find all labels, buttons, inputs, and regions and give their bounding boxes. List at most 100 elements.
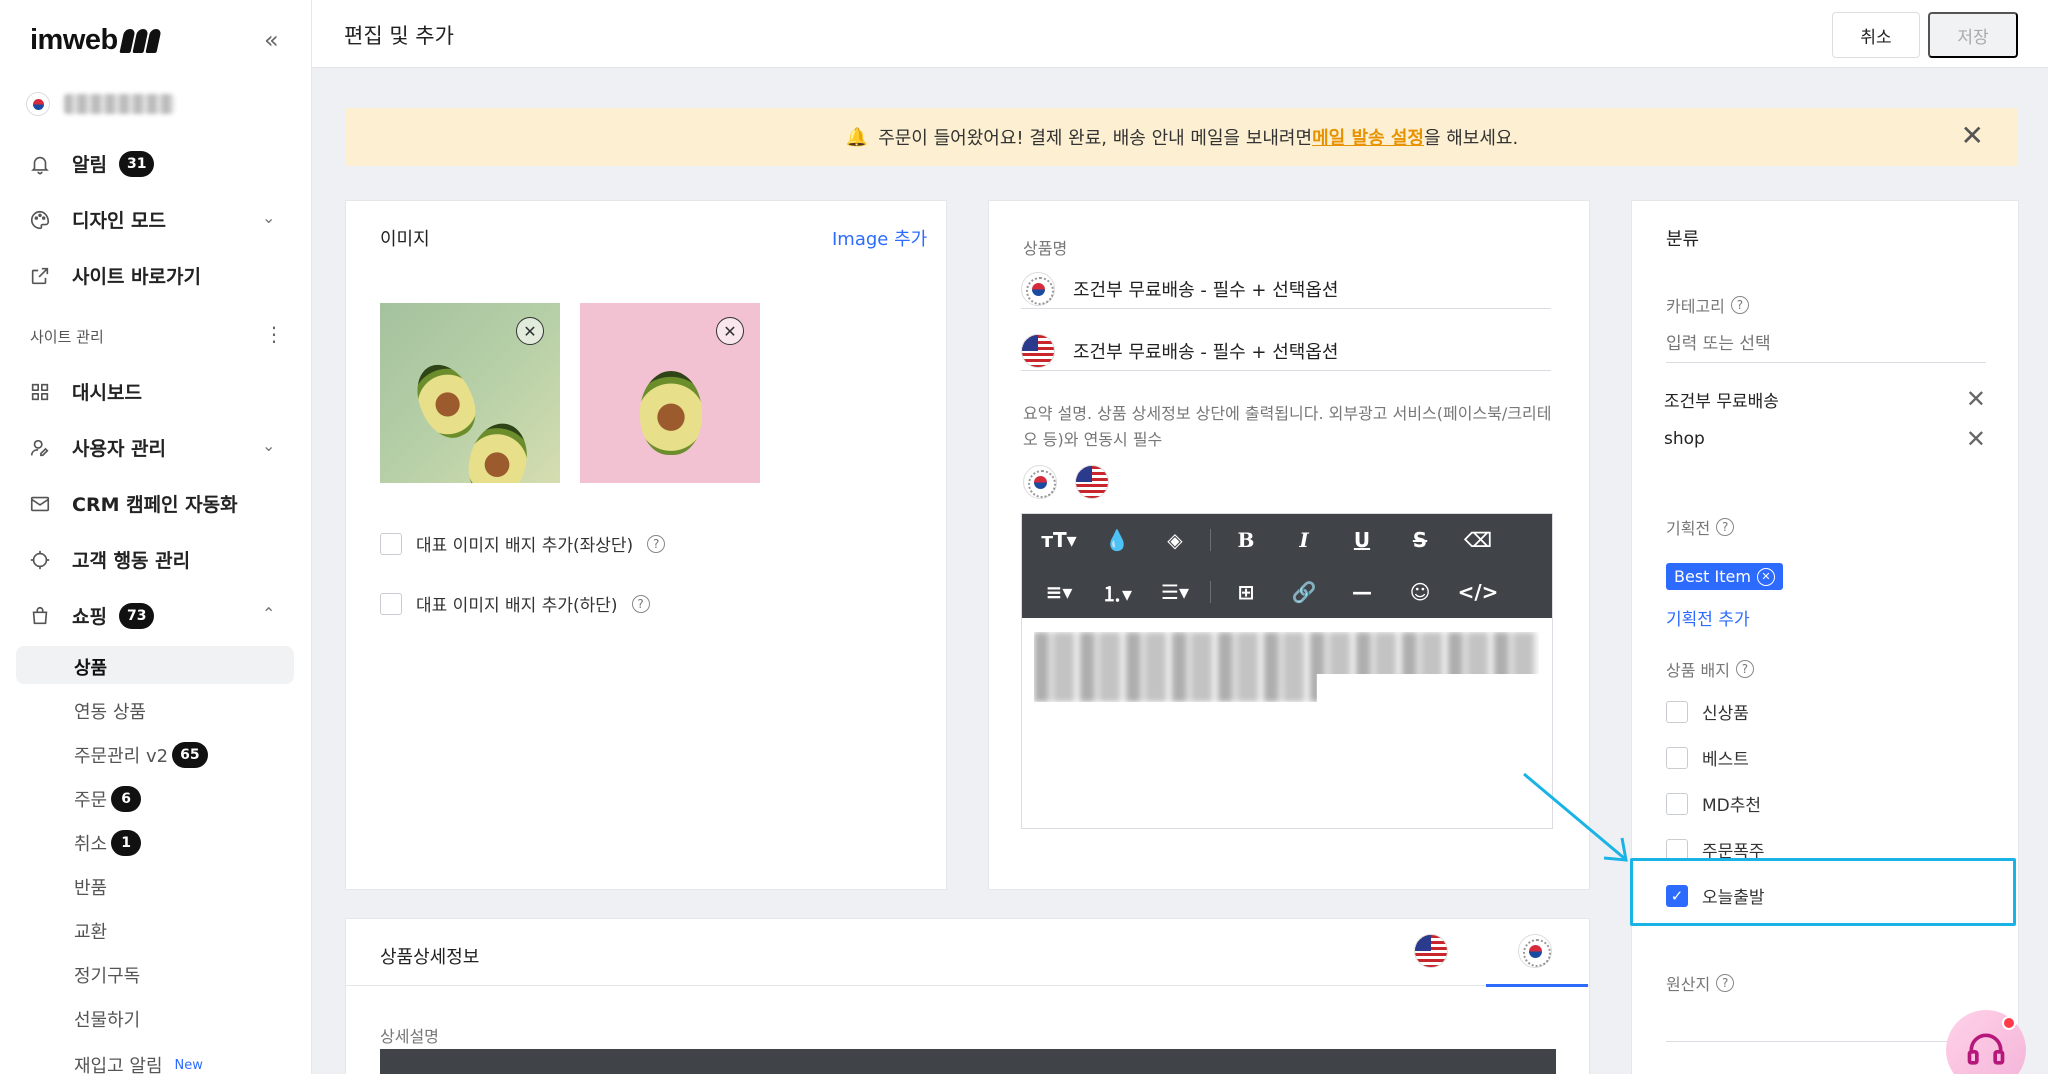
checkbox[interactable] (380, 592, 402, 615)
underline-icon[interactable]: U (1333, 520, 1391, 560)
checkbox[interactable] (1666, 700, 1688, 723)
align-icon[interactable]: ≡▾ (1030, 572, 1088, 612)
subnav-cancel[interactable]: 취소 1 (74, 830, 142, 856)
font-size-icon[interactable]: ᴛT▾ (1030, 520, 1088, 560)
remove-tag-icon[interactable]: ✕ (1756, 567, 1775, 586)
site-selector[interactable] (26, 92, 174, 116)
remove-image-icon[interactable]: ✕ (716, 317, 744, 345)
bold-icon[interactable]: B (1217, 520, 1275, 560)
nav-crm-campaign[interactable]: CRM 캠페인 자동화 (28, 490, 238, 517)
product-name-ko-row[interactable]: 조건부 무료배송 - 필수 + 선택옵션 (1021, 269, 1551, 309)
subnav-label: 정기구독 (74, 966, 141, 987)
badge-top-option[interactable]: 대표 이미지 배지 추가(좌상단) ? (380, 531, 666, 556)
checkbox-label: 대표 이미지 배지 추가(좌상단) (416, 536, 634, 556)
collapse-sidebar-icon[interactable]: « (264, 26, 279, 54)
chevron-up-icon[interactable]: ⌃ (262, 604, 275, 623)
badge-option-new[interactable]: 신상품 (1666, 699, 1749, 724)
ordered-list-icon[interactable]: ⒈▾ (1088, 572, 1146, 612)
bullet-list-icon[interactable]: ☰▾ (1146, 572, 1204, 612)
checkbox[interactable] (1666, 792, 1688, 815)
help-icon[interactable]: ? (1730, 296, 1749, 314)
product-name-en[interactable]: 조건부 무료배송 - 필수 + 선택옵션 (1073, 338, 1338, 364)
nav-shopping[interactable]: 쇼핑 73 (28, 602, 155, 629)
korea-flag-tab-icon[interactable] (1023, 465, 1057, 499)
table-icon[interactable]: ⊞ (1217, 572, 1275, 612)
save-button[interactable]: 저장 (1928, 12, 2018, 58)
help-icon[interactable]: ? (1716, 974, 1735, 992)
eraser-icon[interactable]: ⌫ (1449, 520, 1507, 560)
help-icon[interactable]: ? (631, 594, 650, 613)
category-input[interactable] (1666, 325, 1986, 363)
close-icon[interactable]: ✕ (1961, 122, 1984, 150)
italic-icon[interactable]: I (1275, 520, 1333, 560)
cancel-button[interactable]: 취소 (1832, 12, 1920, 58)
count-badge: 65 (172, 742, 208, 768)
subnav-subscription[interactable]: 정기구독 (74, 962, 140, 988)
support-chat-button[interactable] (1946, 1010, 2026, 1074)
product-name-en-row[interactable]: 조건부 무료배송 - 필수 + 선택옵션 (1021, 331, 1551, 371)
bell-icon: 🔔 (845, 126, 869, 148)
subnav-gifting[interactable]: 선물하기 (74, 1006, 140, 1032)
detail-description-label: 상세설명 (380, 1027, 439, 1046)
badge-bottom-option[interactable]: 대표 이미지 배지 추가(하단) ? (380, 591, 650, 616)
add-exhibition-link[interactable]: 기획전 추가 (1666, 605, 1750, 630)
checkbox[interactable] (1666, 746, 1688, 769)
nav-label: 쇼핑 (72, 606, 107, 628)
imweb-logo[interactable]: imweb (30, 24, 162, 57)
emoji-icon[interactable]: ☺ (1391, 572, 1449, 612)
nav-customer-behavior[interactable]: 고객 행동 관리 (28, 546, 190, 573)
nav-label: CRM 캠페인 자동화 (72, 494, 238, 516)
remove-category-icon[interactable]: ✕ (1966, 385, 1986, 413)
target-icon (28, 548, 52, 572)
remove-category-icon[interactable]: ✕ (1966, 425, 1986, 453)
background-color-icon[interactable]: ◈ (1146, 520, 1204, 560)
link-icon[interactable]: 🔗 (1275, 572, 1333, 612)
nav-design-mode[interactable]: 디자인 모드 (28, 206, 166, 233)
origin-input-line[interactable] (1666, 1041, 1986, 1042)
nav-label: 사이트 바로가기 (72, 266, 201, 288)
subnav-order-management-v2[interactable]: 주문관리 v2 65 (74, 742, 208, 768)
subnav-orders[interactable]: 주문 6 (74, 786, 142, 812)
horizontal-rule-icon[interactable]: — (1333, 572, 1391, 612)
image-card: 이미지 Image 추가 ✕ ✕ 대표 이미지 배지 추가(좌상단) ? 대표 … (345, 200, 947, 890)
strikethrough-icon[interactable]: S (1391, 520, 1449, 560)
add-image-link[interactable]: Image 추가 (832, 225, 927, 251)
help-icon[interactable]: ? (1716, 518, 1735, 536)
subnav-exchange[interactable]: 교환 (74, 918, 107, 944)
subnav-returns[interactable]: 반품 (74, 874, 107, 900)
more-options-icon[interactable]: ⋮ (264, 322, 284, 346)
badge-option-best[interactable]: 베스트 (1666, 745, 1749, 770)
annotation-arrow-icon (1523, 772, 1628, 862)
product-image-2[interactable]: ✕ (580, 303, 760, 483)
badge-option-md[interactable]: MD추천 (1666, 791, 1761, 816)
subnav-restock-alert[interactable]: 재입고 알림 New (74, 1052, 203, 1074)
nav-user-management[interactable]: 사용자 관리 (28, 434, 166, 461)
usa-flag-tab-icon[interactable] (1414, 934, 1448, 968)
subnav-products[interactable]: 상품 (74, 654, 107, 680)
user-edit-icon (28, 436, 52, 460)
product-image-1[interactable]: ✕ (380, 303, 560, 483)
remove-image-icon[interactable]: ✕ (516, 317, 544, 345)
summary-content-blurred (1034, 632, 1539, 702)
help-icon[interactable]: ? (1735, 660, 1754, 678)
nav-site-shortcut[interactable]: 사이트 바로가기 (28, 262, 201, 289)
text-color-icon[interactable]: 💧 (1088, 520, 1146, 560)
mail-settings-link[interactable]: 메일 발송 설정 (1312, 124, 1424, 150)
chevron-down-icon[interactable]: ⌄ (262, 436, 275, 455)
nav-dashboard[interactable]: 대시보드 (28, 378, 142, 405)
usa-flag-tab-icon[interactable] (1075, 465, 1109, 499)
page-title: 편집 및 추가 (344, 24, 454, 48)
chevron-down-icon[interactable]: ⌄ (262, 208, 275, 227)
subnav-linked-products[interactable]: 연동 상품 (74, 698, 146, 724)
korea-flag-tab-icon[interactable] (1518, 934, 1552, 968)
subnav-label: 주문관리 v2 (74, 746, 169, 767)
code-view-icon[interactable]: </> (1449, 572, 1507, 612)
checkbox[interactable] (380, 532, 402, 555)
bell-icon (28, 152, 52, 176)
summary-editor[interactable]: ᴛT▾ 💧 ◈ B I U S ⌫ ≡▾ ⒈▾ ☰▾ ⊞ 🔗 — ☺ </> (1021, 513, 1553, 829)
product-name-ko[interactable]: 조건부 무료배송 - 필수 + 선택옵션 (1073, 276, 1338, 302)
notification-dot (2002, 1016, 2016, 1030)
help-icon[interactable]: ? (647, 534, 666, 553)
usa-flag-icon (1021, 333, 1055, 368)
nav-notifications[interactable]: 알림 31 (28, 150, 155, 177)
